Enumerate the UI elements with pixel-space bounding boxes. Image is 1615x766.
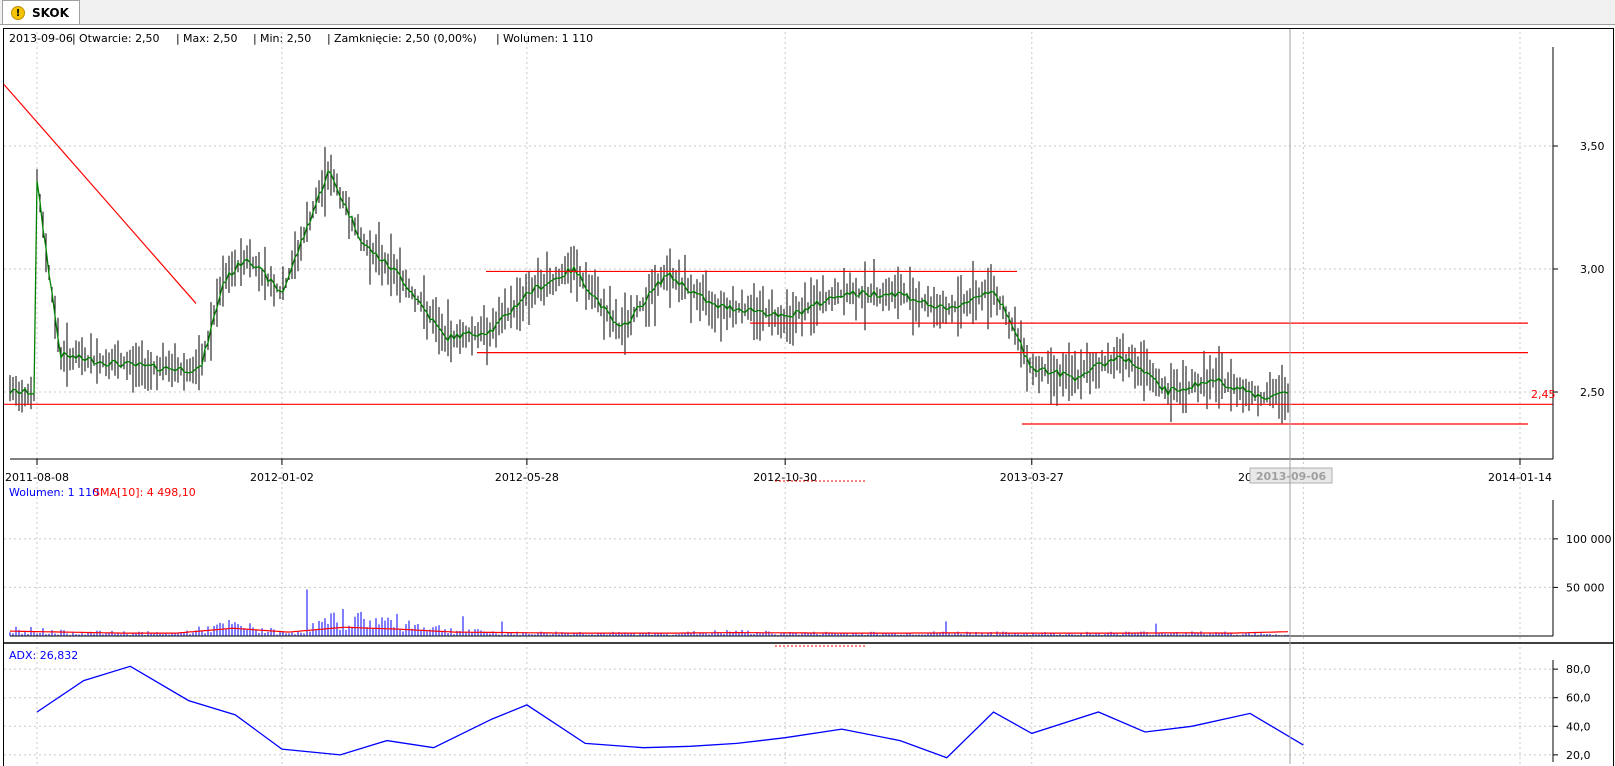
price-y-tick-label: 2,50 bbox=[1580, 386, 1605, 399]
price-y-ticks: 3,50 3,00 2,50 bbox=[1553, 140, 1605, 399]
x-tick-label: 2012-05-28 bbox=[495, 471, 559, 484]
volume-y-ticks: 100 000 50 000 bbox=[1553, 533, 1612, 594]
header-volume: Wolumen: 1 110 bbox=[503, 32, 593, 45]
price-candles bbox=[9, 147, 1289, 424]
x-tick-label: 2011-08-08 bbox=[5, 471, 69, 484]
adx-y-ticks: 80,0 60,0 40,0 20,0 bbox=[1553, 663, 1591, 762]
trend-line-diagonal bbox=[3, 84, 197, 304]
header-close: Zamknięcie: 2,50 (0,00%) bbox=[334, 32, 477, 45]
volume-label: Wolumen: 1 110 bbox=[9, 486, 99, 499]
header-date: 2013-09-06 bbox=[9, 32, 73, 45]
adx-y-tick-label: 80,0 bbox=[1566, 663, 1591, 676]
volume-bars bbox=[9, 589, 1289, 636]
volume-sma-label: SMA[10]: 4 498,10 bbox=[93, 486, 196, 499]
cursor-date-label: 2013-09-06 bbox=[1256, 470, 1327, 483]
header-sep1: | bbox=[72, 32, 76, 45]
header-sep4: | bbox=[327, 32, 331, 45]
header-open: Otwarcie: 2,50 bbox=[79, 32, 160, 45]
price-marker-label: 2,45 bbox=[1531, 388, 1556, 401]
header-sep2: | bbox=[176, 32, 180, 45]
adx-label: ADX: 26,832 bbox=[9, 649, 78, 662]
x-tick-label: 2012-01-02 bbox=[250, 471, 314, 484]
header-sep5: | bbox=[496, 32, 500, 45]
adx-y-tick-label: 40,0 bbox=[1566, 720, 1591, 733]
adx-y-tick-label: 20,0 bbox=[1566, 749, 1591, 762]
price-y-tick-label: 3,50 bbox=[1580, 140, 1605, 153]
header-max: Max: 2,50 bbox=[183, 32, 237, 45]
x-tick-label: 2013-03-27 bbox=[1000, 471, 1064, 484]
price-y-tick-label: 3,00 bbox=[1580, 263, 1605, 276]
volume-y-tick-label: 100 000 bbox=[1566, 533, 1612, 546]
x-tick-label: 2012-10-30 bbox=[753, 471, 817, 484]
trend-lines[interactable] bbox=[3, 84, 1553, 425]
adx-line bbox=[36, 665, 1304, 759]
volume-y-tick-label: 50 000 bbox=[1566, 581, 1605, 594]
header-min: Min: 2,50 bbox=[260, 32, 311, 45]
x-tick-label: 2014-01-14 bbox=[1488, 471, 1552, 484]
chart-canvas[interactable]: 2013-09-06 | Otwarcie: 2,50 | Max: 2,50 … bbox=[0, 0, 1615, 766]
adx-y-tick-label: 60,0 bbox=[1566, 692, 1591, 705]
header-sep3: | bbox=[253, 32, 257, 45]
grid-lines bbox=[4, 32, 1553, 764]
